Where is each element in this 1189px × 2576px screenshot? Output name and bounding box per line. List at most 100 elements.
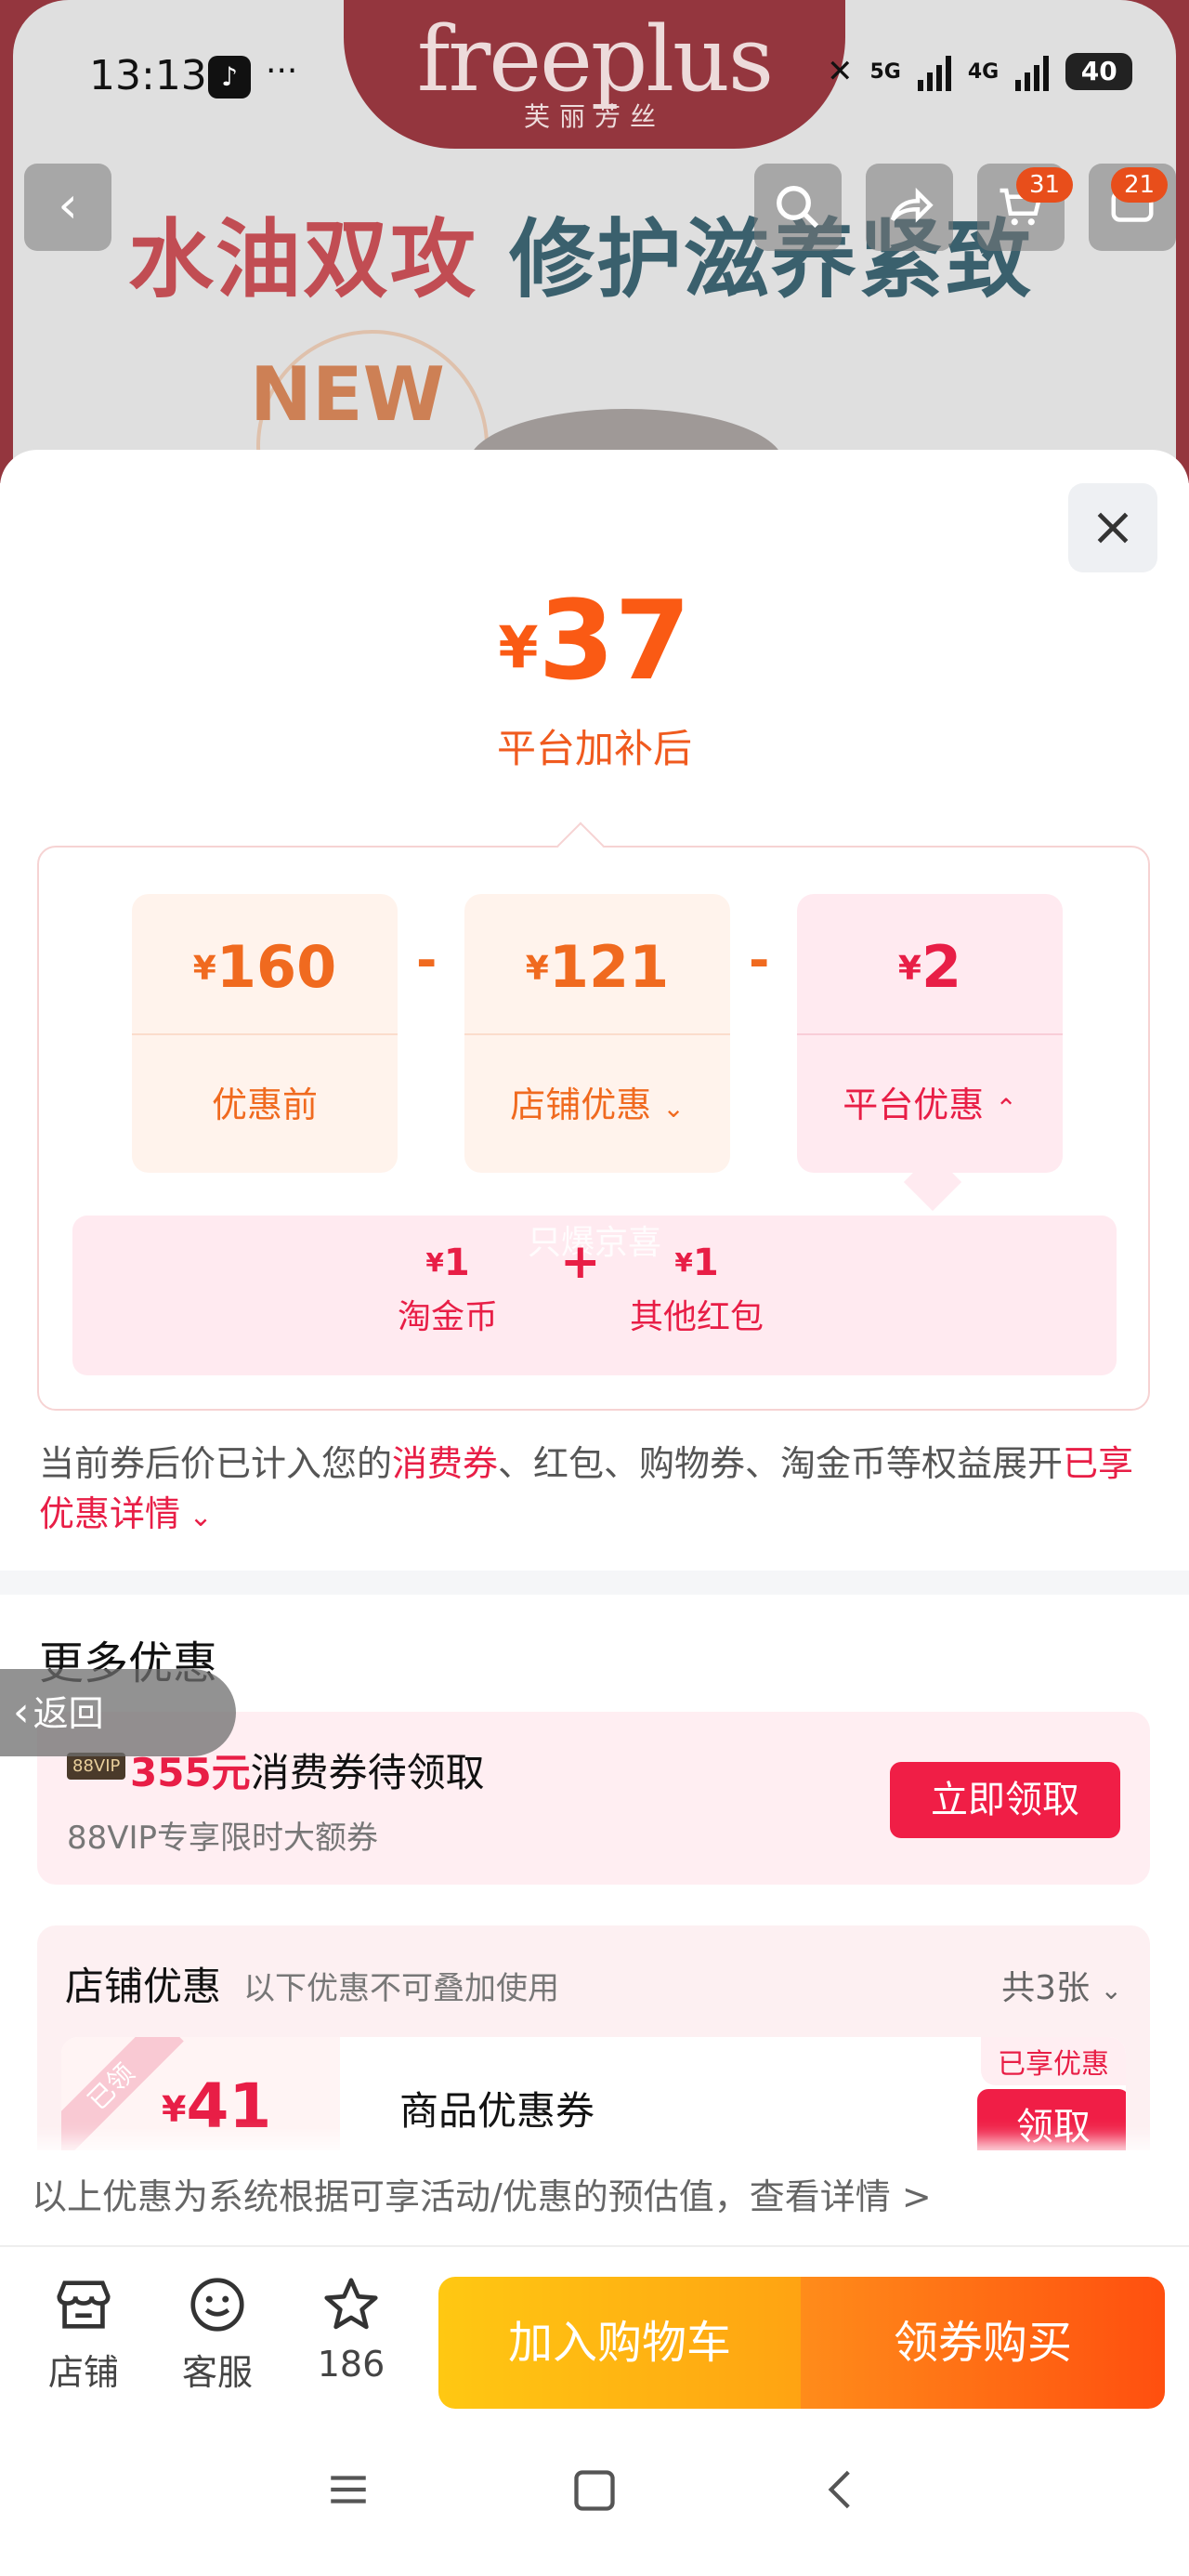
home-button[interactable] <box>570 2466 619 2518</box>
floating-back-button[interactable]: ‹ 返回 <box>0 1669 236 1756</box>
claim-and-buy-button[interactable]: 领券购买 <box>801 2277 1165 2409</box>
store-discount-section: 店铺优惠 以下优惠不可叠加使用 共3张 ⌄ 已领 ¥41 商品优惠券 已享优惠 … <box>37 1925 1150 2158</box>
service-icon <box>162 2269 273 2340</box>
coupon-count: 共3张 <box>1001 1969 1091 2007</box>
final-price-value: 37 <box>538 576 691 704</box>
original-price-card: ¥160 优惠前 <box>132 894 398 1173</box>
claim-coupon-button[interactable]: 领取 <box>977 2089 1126 2158</box>
store-section-title: 店铺优惠 <box>65 1964 222 2009</box>
favorites-count: 186 <box>317 2344 385 2385</box>
currency-symbol: ¥ <box>525 950 549 988</box>
store-discount-card[interactable]: ¥121 店铺优惠 ⌄ <box>464 894 730 1173</box>
system-navigation-bar <box>0 2424 1189 2576</box>
coupon-value: ¥41 <box>162 2070 271 2142</box>
mute-icon: ✕ <box>827 53 854 90</box>
original-price-label: 优惠前 <box>211 1084 318 1125</box>
taojinbi-label: 淘金币 <box>398 1298 499 1336</box>
status-more-icon: ··· <box>266 52 298 90</box>
chevron-up-icon: ⌃ <box>995 1093 1017 1124</box>
price-breakdown: ¥160 优惠前 - ¥121 店铺优惠 ⌄ - ¥2 平台优惠 ⌃ 只爆京喜 … <box>37 821 1150 1411</box>
currency-symbol: ¥ <box>674 1247 693 1278</box>
share-icon <box>890 187 934 223</box>
search-button[interactable] <box>754 164 842 251</box>
chevron-down-icon[interactable]: ⌄ <box>180 1501 213 1533</box>
coupon-amount: 41 <box>186 2070 272 2142</box>
share-button[interactable] <box>866 164 953 251</box>
note-prefix: 当前券后价已计入您的 <box>39 1443 393 1484</box>
star-icon <box>295 2269 407 2340</box>
claim-now-button[interactable]: 立即领取 <box>890 1762 1120 1838</box>
final-price-label: 平台加补后 <box>496 726 692 771</box>
system-back-button[interactable] <box>817 2466 864 2517</box>
tiktok-icon: ♪ <box>208 56 251 99</box>
store-section-subtitle: 以下优惠不可叠加使用 <box>243 1970 559 2007</box>
chevron-left-icon <box>828 2470 850 2509</box>
card-divider <box>797 1033 1063 1035</box>
currency-symbol: ¥ <box>498 613 539 681</box>
price-note: 当前券后价已计入您的消费券、红包、购物券、淘金币等权益展开已享优惠详情 ⌄ <box>39 1439 1154 1543</box>
currency-symbol: ¥ <box>897 950 921 988</box>
store-label: 店铺 <box>47 2352 119 2393</box>
taojinbi-item: ¥1 淘金币 <box>398 1242 498 1338</box>
taojinbi-value: 1 <box>443 1242 470 1284</box>
plus-sign: + <box>560 1234 601 1290</box>
signal-icon-2 <box>1015 52 1050 91</box>
section-divider <box>0 1571 1189 1595</box>
customer-service-button[interactable]: 客服 <box>162 2269 273 2395</box>
favorite-button[interactable]: 186 <box>295 2269 407 2385</box>
message-badge: 21 <box>1111 167 1169 203</box>
cart-badge: 31 <box>1016 167 1074 203</box>
original-price-value: 160 <box>216 933 337 1001</box>
platform-detail-box: 只爆京喜 ¥1 淘金币 + ¥1 其他红包 <box>72 1216 1117 1375</box>
store-entry-button[interactable]: 店铺 <box>28 2269 139 2395</box>
service-label: 客服 <box>181 2352 253 2393</box>
card-divider <box>132 1033 398 1035</box>
red-packet-label: 其他红包 <box>630 1298 764 1336</box>
card-divider <box>464 1033 730 1035</box>
back-button[interactable]: ‹ <box>24 164 111 251</box>
currency-symbol: ¥ <box>162 2089 187 2130</box>
chevron-left-icon: ‹ <box>13 1689 30 1736</box>
minus-sign: - <box>416 931 438 990</box>
vip-title-rest: 消费券待领取 <box>250 1750 485 1795</box>
close-icon <box>1097 512 1129 544</box>
battery-icon: 40 <box>1065 53 1133 90</box>
note-highlight: 消费券 <box>392 1443 499 1484</box>
red-packet-value: 1 <box>692 1242 719 1284</box>
coupon-name: 商品优惠券 <box>399 2088 595 2134</box>
add-to-cart-button[interactable]: 加入购物车 <box>438 2277 801 2409</box>
platform-discount-value: 2 <box>921 933 962 1001</box>
close-button[interactable] <box>1068 483 1157 572</box>
coupon-item: 已领 ¥41 商品优惠券 已享优惠 领取 <box>61 2037 1126 2158</box>
home-square-icon <box>574 2470 615 2511</box>
coupon-count-toggle[interactable]: 共3张 ⌄ <box>1001 1961 1122 2009</box>
final-price: ¥37 <box>0 576 1189 704</box>
note-middle: 、红包、购物券、淘金币等权益展开 <box>498 1443 1064 1484</box>
platform-discount-label: 平台优惠 <box>843 1084 985 1125</box>
store-discount-value: 121 <box>548 933 670 1001</box>
red-packet-item: ¥1 其他红包 <box>630 1242 764 1338</box>
store-icon <box>28 2269 139 2340</box>
vip-amount: 355元 <box>130 1750 251 1795</box>
network-5g: 5G <box>869 59 901 84</box>
minus-sign: - <box>749 931 770 990</box>
applied-tag: 已享优惠 <box>981 2037 1126 2085</box>
status-time: 13:13 <box>89 52 207 99</box>
status-indicators: ✕ 5G 4G 40 <box>827 52 1133 91</box>
menu-button[interactable] <box>325 2466 372 2517</box>
vip-badge: 88VIP <box>67 1753 126 1780</box>
network-4g: 4G <box>967 59 1000 84</box>
chevron-down-icon: ⌄ <box>1100 1975 1122 2005</box>
currency-symbol: ¥ <box>425 1247 444 1278</box>
back-label: 返回 <box>33 1693 104 1734</box>
menu-icon <box>331 2476 366 2504</box>
platform-discount-card[interactable]: ¥2 平台优惠 ⌃ <box>797 894 1063 1173</box>
bottom-action-bar: 店铺 客服 186 加入购物车 领券购买 <box>0 2249 1189 2424</box>
currency-symbol: ¥ <box>192 950 216 988</box>
store-discount-label: 店铺优惠 <box>510 1084 652 1125</box>
vip-subtitle: 88VIP专享限时大额券 <box>67 1820 379 1857</box>
chevron-down-icon: ⌄ <box>662 1093 685 1124</box>
search-icon <box>777 186 819 229</box>
estimate-disclaimer-link[interactable]: 以上优惠为系统根据可享活动/优惠的预估值，查看详情 > <box>0 2150 1189 2247</box>
signal-icon <box>917 52 951 91</box>
